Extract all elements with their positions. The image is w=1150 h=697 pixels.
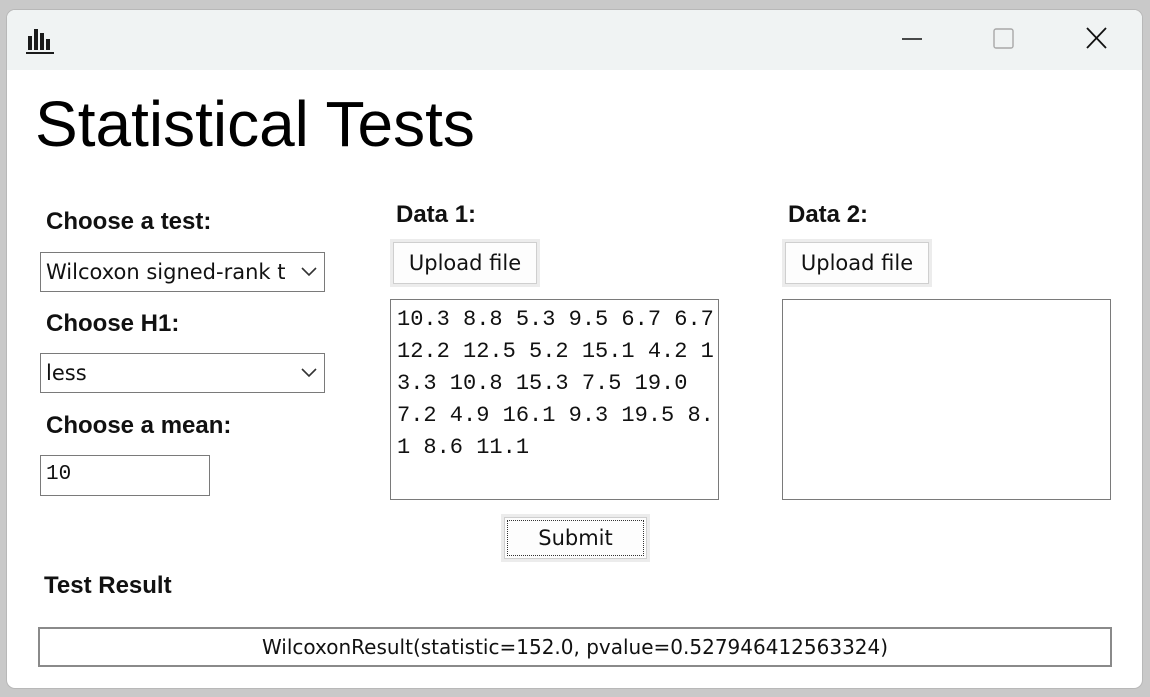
choose-test-label: Choose a test: [46,208,212,235]
h1-select[interactable]: less [40,353,325,393]
test-select-value: Wilcoxon signed-rank test [46,260,286,284]
maximize-icon[interactable] [983,24,1023,54]
data2-label: Data 2: [788,201,869,228]
page-title: Statistical Tests [35,88,475,160]
chevron-down-icon [301,368,317,378]
chevron-down-icon [301,267,317,277]
mean-input[interactable]: 10 [40,455,210,496]
data1-upload-button[interactable]: Upload file [393,242,537,284]
data1-textarea[interactable]: 10.3 8.8 5.3 9.5 6.7 6.7 12.2 12.5 5.2 1… [390,299,719,500]
submit-button[interactable]: Submit [504,517,647,559]
bar-chart-icon [26,29,54,54]
choose-h1-label: Choose H1: [46,310,180,337]
data1-label: Data 1: [396,201,477,228]
app-window: Statistical Tests Choose a test: Wilcoxo… [6,9,1143,689]
minimize-icon[interactable] [892,24,932,54]
test-result-label: Test Result [44,572,172,599]
title-bar[interactable] [7,10,1142,70]
data2-textarea[interactable] [782,299,1111,500]
close-icon[interactable] [1076,24,1116,54]
test-result-output: WilcoxonResult(statistic=152.0, pvalue=0… [38,627,1112,667]
data2-upload-button[interactable]: Upload file [785,242,929,284]
choose-mean-label: Choose a mean: [46,412,232,439]
h1-select-value: less [46,361,87,385]
test-select[interactable]: Wilcoxon signed-rank test [40,252,325,292]
